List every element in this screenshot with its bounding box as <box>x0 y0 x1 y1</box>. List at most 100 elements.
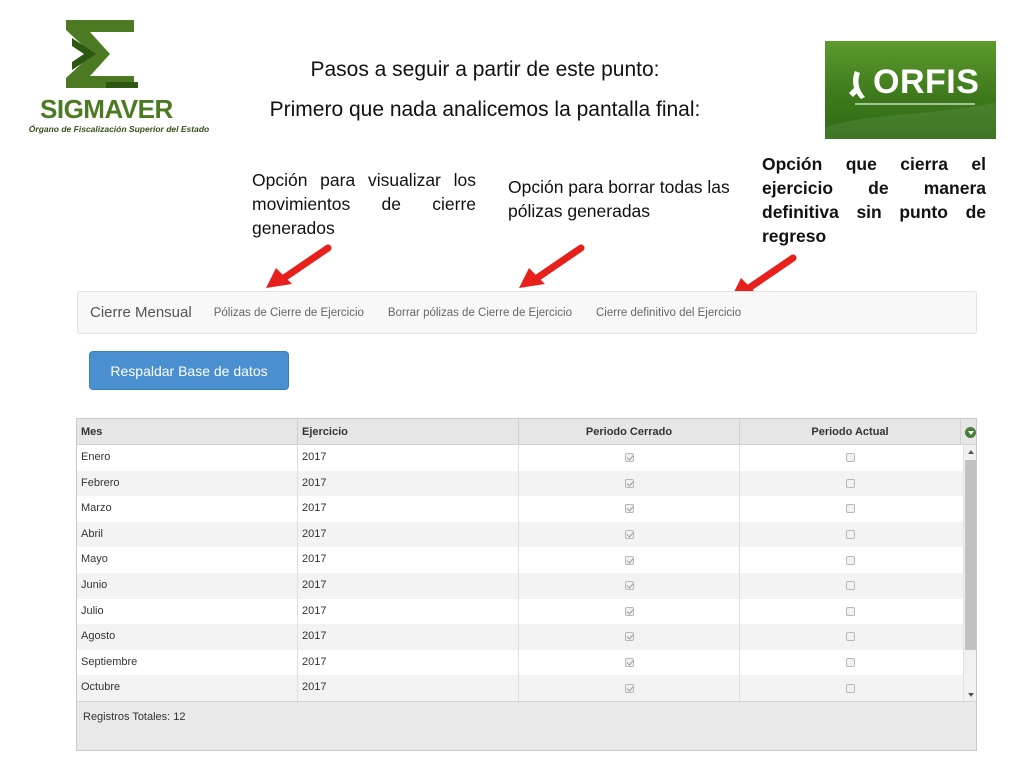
cell-periodo-actual <box>740 573 961 599</box>
backup-database-button[interactable]: Respaldar Base de datos <box>89 351 289 390</box>
cell-ejercicio: 2017 <box>298 445 519 471</box>
sigmaver-logo: SIGMAVER Órgano de Fiscalización Superio… <box>22 20 212 140</box>
cell-mes: Octubre <box>77 675 298 701</box>
cell-periodo-cerrado <box>519 624 740 650</box>
periodo-actual-checkbox[interactable] <box>846 606 855 616</box>
cell-periodo-actual <box>740 599 961 625</box>
table-row[interactable]: Agosto 2017 <box>77 624 963 650</box>
column-header-ejercicio[interactable]: Ejercicio <box>298 419 519 445</box>
periodo-actual-checkbox[interactable] <box>846 530 855 540</box>
table-row[interactable]: Mayo 2017 <box>77 547 963 573</box>
sigmaver-wordmark: SIGMAVER <box>40 94 173 124</box>
periodo-actual-checkbox[interactable] <box>846 658 855 668</box>
nav-polizas-cierre-ejercicio[interactable]: Pólizas de Cierre de Ejercicio <box>214 307 364 319</box>
cell-ejercicio: 2017 <box>298 675 519 701</box>
red-arrow-icon <box>266 244 332 288</box>
cell-mes: Marzo <box>77 496 298 522</box>
annotation-delete-policies: Opción para borrar todas las pólizas gen… <box>508 177 730 221</box>
cell-ejercicio: 2017 <box>298 470 519 497</box>
periodo-cerrado-checkbox[interactable] <box>624 683 634 693</box>
cell-periodo-actual <box>740 675 961 701</box>
periodo-actual-checkbox[interactable] <box>846 504 855 514</box>
cell-mes: Agosto <box>77 624 298 650</box>
cell-periodo-cerrado <box>519 496 740 522</box>
table-row[interactable]: Julio 2017 <box>77 598 963 625</box>
table-row[interactable]: Septiembre 2017 <box>77 649 963 676</box>
scroll-down-icon[interactable] <box>964 688 976 701</box>
periodo-cerrado-checkbox[interactable] <box>624 453 634 463</box>
nav-borrar-polizas-cierre[interactable]: Borrar pólizas de Cierre de Ejercicio <box>388 307 572 319</box>
cell-ejercicio: 2017 <box>298 649 519 676</box>
cell-ejercicio: 2017 <box>298 547 519 573</box>
grid-scrollbar[interactable] <box>963 445 976 701</box>
annotation-view-movements: Opción para visualizar los movimientos d… <box>252 170 476 238</box>
periodo-cerrado-checkbox[interactable] <box>624 504 634 514</box>
periodo-cerrado-checkbox[interactable] <box>624 555 634 565</box>
periodo-actual-checkbox[interactable] <box>846 478 855 488</box>
scrollbar-thumb[interactable] <box>965 460 976 650</box>
periodo-cerrado-checkbox[interactable] <box>624 530 634 540</box>
navbar-brand-cierre-mensual[interactable]: Cierre Mensual <box>90 304 192 321</box>
periodo-actual-checkbox[interactable] <box>846 632 855 642</box>
periodo-actual-checkbox[interactable] <box>846 581 855 591</box>
scroll-up-icon[interactable] <box>964 445 976 458</box>
periods-grid: Mes Ejercicio Periodo Cerrado Periodo Ac… <box>76 418 977 751</box>
grid-body: Enero 2017 Febrero 2017 Marzo 2017 Abril 2017 Ma… <box>77 445 963 701</box>
cell-mes: Junio <box>77 572 298 599</box>
table-row[interactable]: Enero 2017 <box>77 445 963 471</box>
cell-mes: Abril <box>77 521 298 548</box>
cell-periodo-actual <box>740 471 961 497</box>
table-row[interactable]: Octubre 2017 <box>77 675 963 701</box>
nav-cierre-definitivo[interactable]: Cierre definitivo del Ejercicio <box>596 307 741 319</box>
cell-periodo-actual <box>740 522 961 548</box>
cell-periodo-cerrado <box>519 598 740 625</box>
periodo-cerrado-checkbox[interactable] <box>624 606 634 616</box>
column-header-periodo-cerrado[interactable]: Periodo Cerrado <box>519 419 740 445</box>
cell-periodo-cerrado <box>519 521 740 548</box>
cell-ejercicio: 2017 <box>298 521 519 548</box>
periodo-cerrado-checkbox[interactable] <box>624 581 634 591</box>
cell-ejercicio: 2017 <box>298 624 519 650</box>
table-row[interactable]: Junio 2017 <box>77 572 963 599</box>
orfis-logo: ORFIS <box>825 41 996 139</box>
table-row[interactable]: Abril 2017 <box>77 521 963 548</box>
cell-periodo-cerrado <box>519 445 740 471</box>
total-records-label: Registros Totales: 12 <box>83 711 186 723</box>
cell-periodo-actual <box>740 547 961 573</box>
cell-periodo-cerrado <box>519 675 740 701</box>
sigmaver-subtitle: Órgano de Fiscalización Superior del Est… <box>28 124 210 134</box>
cell-mes: Septiembre <box>77 649 298 676</box>
cell-ejercicio: 2017 <box>298 496 519 522</box>
cell-ejercicio: 2017 <box>298 572 519 599</box>
cell-ejercicio: 2017 <box>298 598 519 625</box>
periodo-cerrado-checkbox[interactable] <box>624 658 634 668</box>
periodo-actual-checkbox[interactable] <box>846 683 855 693</box>
orfis-wordmark: ORFIS <box>873 63 980 101</box>
cell-periodo-actual <box>740 445 961 471</box>
cell-mes: Febrero <box>77 470 298 497</box>
periodo-actual-checkbox[interactable] <box>846 555 855 565</box>
cell-mes: Enero <box>77 445 298 471</box>
periodo-actual-checkbox[interactable] <box>846 453 855 463</box>
cell-periodo-cerrado <box>519 547 740 573</box>
periodo-cerrado-checkbox[interactable] <box>624 478 634 488</box>
cell-mes: Julio <box>77 598 298 625</box>
table-row[interactable]: Marzo 2017 <box>77 496 963 522</box>
red-arrow-icon <box>519 244 585 288</box>
cell-periodo-cerrado <box>519 470 740 497</box>
column-header-periodo-actual[interactable]: Periodo Actual <box>740 419 961 445</box>
table-row[interactable]: Febrero 2017 <box>77 470 963 497</box>
app-navbar: Cierre Mensual Pólizas de Cierre de Ejer… <box>77 291 977 334</box>
cell-periodo-actual <box>740 624 961 650</box>
sigma-emblem-icon <box>66 20 138 88</box>
column-header-mes[interactable]: Mes <box>77 419 298 445</box>
cell-mes: Mayo <box>77 547 298 573</box>
slide-heading-steps: Pasos a seguir a partir de este punto: <box>310 58 660 81</box>
cell-periodo-actual <box>740 496 961 522</box>
grid-footer: Registros Totales: 12 <box>77 701 976 750</box>
slide-heading-analyze: Primero que nada analicemos la pantalla … <box>269 98 701 121</box>
cell-periodo-cerrado <box>519 572 740 599</box>
periodo-cerrado-checkbox[interactable] <box>624 632 634 642</box>
column-menu-icon[interactable] <box>965 426 976 438</box>
cell-periodo-cerrado <box>519 649 740 676</box>
